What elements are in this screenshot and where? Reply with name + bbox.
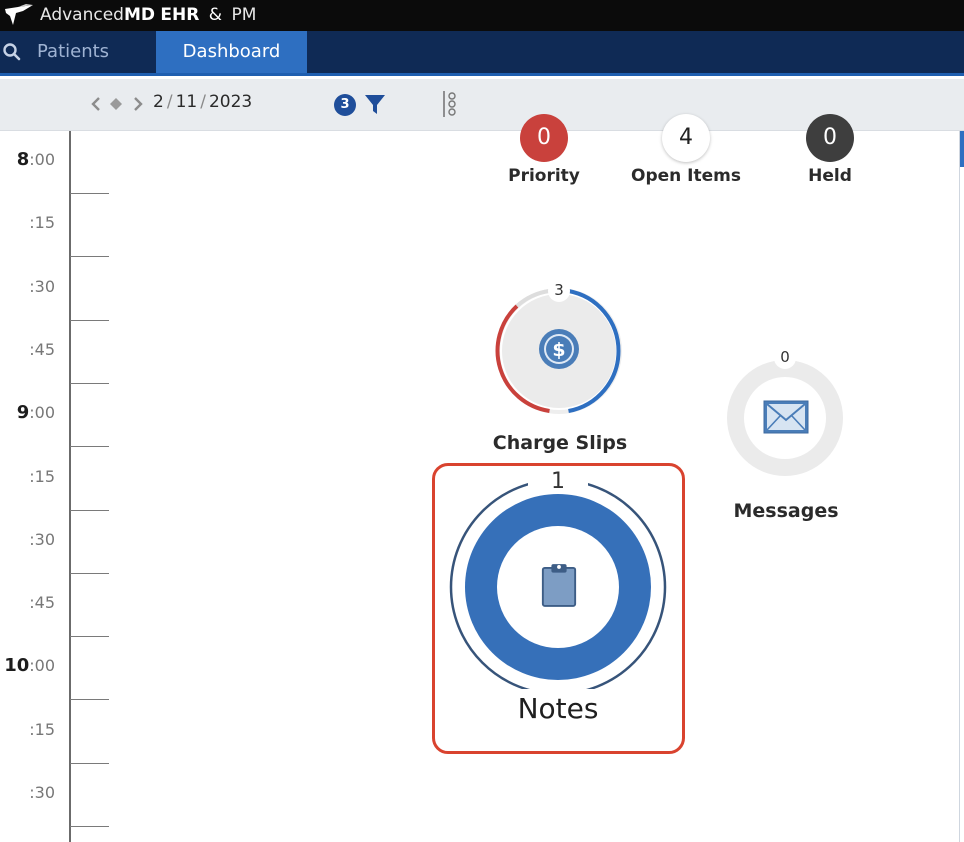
- charge-slips-label: Charge Slips: [492, 432, 628, 454]
- brand-light: Advanced: [40, 5, 124, 25]
- time-slot-tick[interactable]: [70, 572, 109, 574]
- time-slot-label: 10:00: [0, 655, 55, 676]
- time-minutes: :15: [29, 719, 55, 739]
- time-slot-tick[interactable]: [70, 636, 109, 638]
- priority-label: Priority: [508, 166, 580, 186]
- column-settings-icon[interactable]: [440, 89, 460, 119]
- title-bar: AdvancedMD EHR & PM: [0, 0, 964, 31]
- messages-widget[interactable]: 0 Messages: [716, 345, 856, 530]
- brand-pm: PM: [231, 5, 257, 25]
- chevron-right-icon[interactable]: [130, 95, 146, 113]
- priority-count: 0: [520, 114, 568, 162]
- time-slot-tick[interactable]: [70, 762, 109, 764]
- eagle-logo-icon: [5, 4, 33, 25]
- time-hour: 8: [16, 149, 30, 170]
- time-minutes: :15: [29, 213, 55, 233]
- time-slot-tick[interactable]: [70, 699, 109, 701]
- envelope-icon: [763, 400, 809, 434]
- tab-dashboard[interactable]: Dashboard: [156, 31, 307, 73]
- main-nav: Patients Dashboard: [0, 31, 964, 76]
- time-slot-label: :45: [0, 339, 55, 360]
- tab-patients[interactable]: Patients: [37, 31, 109, 73]
- notes-label: Notes: [517, 692, 599, 725]
- held-count: 0: [806, 114, 854, 162]
- time-slot-tick[interactable]: [70, 319, 109, 321]
- open-items-counter[interactable]: 4 Open Items: [621, 114, 751, 186]
- priority-counter[interactable]: 0 Priority: [494, 114, 594, 186]
- filter-count-badge[interactable]: 3: [334, 94, 356, 116]
- time-slot-tick[interactable]: [70, 446, 109, 448]
- time-minutes: :00: [29, 656, 55, 676]
- clipboard-icon: [541, 564, 577, 607]
- date-day: 11: [175, 92, 198, 112]
- brand-bold: MD: [123, 5, 156, 25]
- time-slot-tick[interactable]: [70, 193, 109, 194]
- time-slot-label: :45: [0, 592, 55, 613]
- time-slot-label: 9:00: [0, 402, 55, 423]
- brand-ehr: EHR: [160, 5, 200, 25]
- time-minutes: :15: [29, 466, 55, 486]
- time-minutes: :45: [29, 339, 55, 359]
- messages-label: Messages: [733, 500, 839, 522]
- filter-funnel-icon[interactable]: [363, 92, 387, 116]
- time-minutes: :30: [29, 783, 55, 802]
- charge-slips-count: 3: [554, 281, 564, 299]
- time-minutes: :00: [29, 150, 55, 169]
- time-minutes: :30: [29, 529, 55, 549]
- notes-widget[interactable]: 1 Notes: [445, 469, 675, 730]
- open-items-label: Open Items: [631, 166, 741, 186]
- chevron-left-icon[interactable]: [88, 95, 104, 113]
- held-counter[interactable]: 0 Held: [780, 114, 880, 186]
- time-slot-tick[interactable]: [70, 256, 109, 258]
- messages-count: 0: [780, 348, 790, 366]
- time-slot-label: :15: [0, 212, 55, 233]
- time-slot-label: :30: [0, 782, 55, 803]
- search-icon[interactable]: [2, 42, 22, 62]
- notes-count: 1: [551, 469, 565, 494]
- time-minutes: :45: [29, 593, 55, 613]
- charge-slips-widget[interactable]: 3 $ Charge Slips: [490, 280, 630, 465]
- date-year: 2023: [208, 92, 253, 112]
- time-slot-tick[interactable]: [70, 509, 109, 511]
- time-slot-label: 8:00: [0, 149, 55, 170]
- date-month: 2: [153, 92, 164, 112]
- schedule-timeline: 8:00:15:30:45 9:00:15:30:45 10:00:15:30: [0, 131, 110, 842]
- open-items-count: 4: [662, 114, 710, 162]
- current-date[interactable]: 2/11/2023: [153, 92, 252, 112]
- time-slot-label: :15: [0, 466, 55, 487]
- panel-scroll-accent[interactable]: [960, 131, 964, 167]
- brand-amp: &: [208, 5, 223, 25]
- panel-divider: [959, 131, 960, 842]
- time-hour: 10: [4, 655, 30, 677]
- date-separator: /: [166, 92, 173, 112]
- time-slot-tick[interactable]: [70, 382, 109, 384]
- today-diamond-icon[interactable]: [108, 95, 124, 113]
- time-slot-tick[interactable]: [70, 826, 109, 827]
- time-slot-label: :30: [0, 276, 55, 297]
- app-brand: AdvancedMD EHR & PM: [40, 4, 256, 26]
- held-label: Held: [808, 166, 852, 186]
- time-slot-label: :15: [0, 719, 55, 740]
- dollar-icon: $: [539, 329, 579, 369]
- time-minutes: :30: [29, 276, 55, 296]
- time-slot-label: :30: [0, 529, 55, 550]
- time-minutes: :00: [29, 403, 55, 423]
- svg-text:$: $: [552, 339, 565, 361]
- timeline-axis: [69, 131, 71, 842]
- time-hour: 9: [16, 402, 30, 424]
- date-separator: /: [200, 92, 206, 112]
